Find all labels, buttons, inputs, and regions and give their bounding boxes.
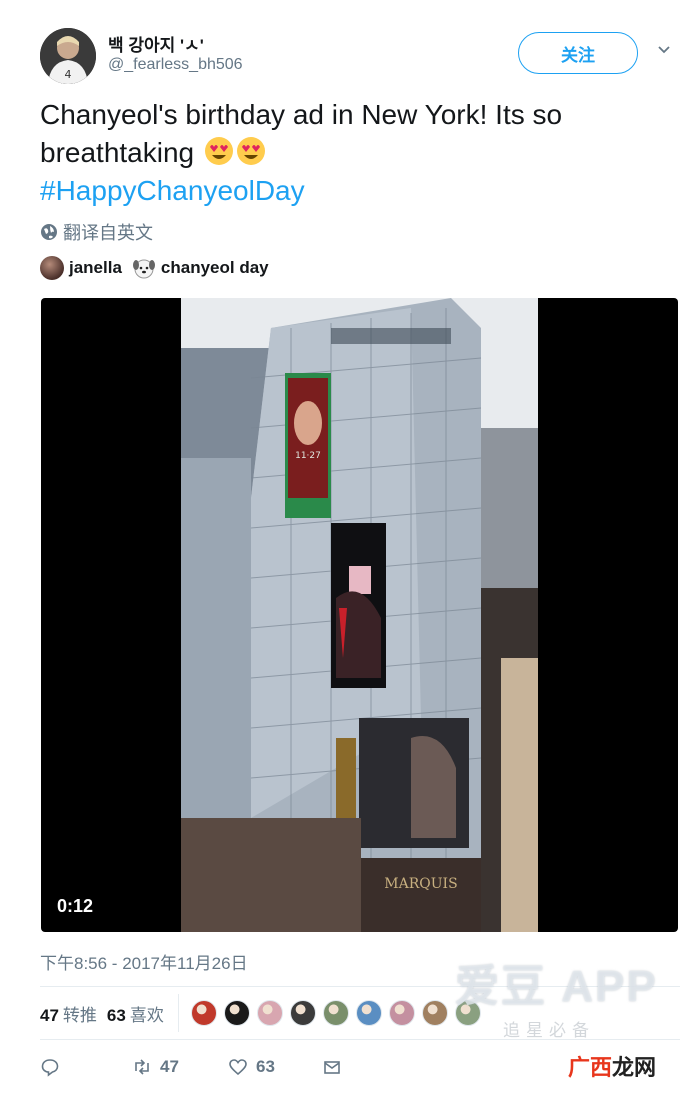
hashtag-link[interactable]: #HappyChanyeolDay xyxy=(40,172,305,210)
liker-avatar[interactable] xyxy=(388,1000,415,1026)
dog-emoji-avatar[interactable] xyxy=(131,256,156,280)
retweets-count: 47 xyxy=(40,1005,59,1025)
retweets-stat[interactable]: 47 转推 xyxy=(40,1001,97,1026)
tweet-header: 4 백 강아지 'ㅅ' @_fearless_bh506 关注 xyxy=(40,28,680,84)
video-frame-image: 11·27 MARQUIS xyxy=(181,298,538,932)
engagement-stats: 47 转推 63 喜欢 xyxy=(40,986,680,1040)
reply-icon xyxy=(41,1059,59,1077)
liker-avatar[interactable] xyxy=(421,1000,448,1026)
heart-icon xyxy=(229,1059,247,1076)
liker-avatar[interactable] xyxy=(355,1000,382,1026)
chevron-down-icon[interactable] xyxy=(656,42,672,58)
liker-avatar[interactable] xyxy=(289,1000,316,1026)
likes-stat[interactable]: 63 喜欢 xyxy=(107,1001,164,1026)
tweet-body: Chanyeol's birthday ad in New York! Its … xyxy=(40,99,563,168)
tagged-user-name[interactable]: chanyeol day xyxy=(161,258,269,278)
likes-count: 63 xyxy=(106,1005,126,1025)
follow-button[interactable]: 关注 xyxy=(518,32,638,74)
stats-divider xyxy=(177,994,179,1032)
direct-message-button[interactable] xyxy=(322,1057,350,1077)
retweet-icon xyxy=(135,1059,149,1075)
translate-link[interactable]: 翻译自英文 xyxy=(40,219,153,245)
site-logo-part1: 广西 xyxy=(568,1055,613,1080)
heart-eyes-emoji-icon xyxy=(204,137,233,165)
liker-avatar[interactable] xyxy=(223,1000,250,1026)
site-logo: 广西龙网 xyxy=(568,1050,656,1082)
tagged-user-name[interactable]: janella xyxy=(69,258,122,278)
svg-text:11·27: 11·27 xyxy=(295,451,321,461)
svg-text:4: 4 xyxy=(65,68,72,81)
tagged-users: janella chanyeol day xyxy=(40,256,269,280)
liker-avatar[interactable] xyxy=(454,1000,481,1026)
user-display-name[interactable]: 백 강아지 'ㅅ' xyxy=(108,31,204,56)
heart-eyes-emoji-icon xyxy=(236,137,265,165)
video-player[interactable]: 11·27 MARQUIS 0:12 xyxy=(41,298,678,932)
video-elapsed-time: 0:12 xyxy=(57,896,94,916)
like-button[interactable]: 63 xyxy=(228,1057,322,1077)
tagged-user-avatar[interactable] xyxy=(40,256,64,280)
site-logo-part2: 龙网 xyxy=(612,1055,657,1080)
retweets-label: 转推 xyxy=(62,1005,97,1025)
tweet-timestamp[interactable]: 下午8:56 - 2017年11月26日 xyxy=(40,949,248,974)
retweet-button[interactable]: 47 xyxy=(132,1057,228,1077)
retweet-count: 47 xyxy=(160,1057,179,1076)
likes-label: 喜欢 xyxy=(129,1005,164,1025)
tweet-text: Chanyeol's birthday ad in New York! Its … xyxy=(40,96,660,172)
translate-label: 翻译自英文 xyxy=(63,223,153,243)
liker-avatar[interactable] xyxy=(190,1000,217,1026)
svg-text:MARQUIS: MARQUIS xyxy=(384,876,457,892)
envelope-icon xyxy=(324,1061,340,1074)
liker-avatars xyxy=(190,1000,488,1026)
globe-icon xyxy=(41,224,57,240)
like-count: 63 xyxy=(256,1057,275,1076)
user-avatar[interactable]: 4 xyxy=(40,28,96,84)
user-handle[interactable]: @_fearless_bh506 xyxy=(108,56,243,74)
reply-button[interactable] xyxy=(40,1057,132,1077)
liker-avatar[interactable] xyxy=(322,1000,349,1026)
liker-avatar[interactable] xyxy=(256,1000,283,1026)
